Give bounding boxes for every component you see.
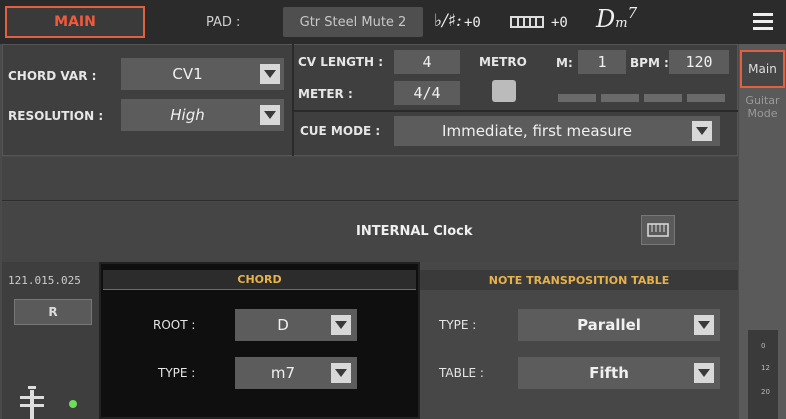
chord-type-select[interactable]: m7 [235, 357, 357, 389]
chevron-down-icon [260, 64, 280, 84]
chevron-down-icon [331, 315, 351, 335]
cue-mode-select[interactable]: Immediate, first measure [394, 116, 720, 146]
scale-label: 12 [761, 364, 770, 372]
chord-display-extension: 7 [627, 4, 638, 22]
divider [292, 44, 294, 156]
record-button[interactable]: R [14, 299, 92, 325]
beat-indicator [687, 94, 725, 102]
root-value: D [277, 316, 289, 334]
root-select[interactable]: D [235, 309, 357, 341]
clock-settings-icon[interactable] [641, 215, 675, 245]
side-tab-guitar-mode[interactable]: Guitar Mode [740, 94, 785, 130]
side-tab-guitar-line1: Guitar [745, 94, 780, 107]
root-label: ROOT : [153, 318, 196, 332]
keyboard-transpose-value[interactable]: +0 [551, 15, 568, 31]
chevron-down-icon [694, 363, 714, 383]
cue-mode-value: Immediate, first measure [442, 122, 632, 140]
chevron-down-icon [692, 121, 712, 141]
chord-display: Dm7 [596, 4, 637, 33]
ntt-table-label: TABLE : [439, 366, 484, 380]
chord-var-select[interactable]: CV1 [121, 58, 284, 90]
main-tab[interactable]: MAIN [5, 6, 145, 38]
clock-source-label: INTERNAL Clock [356, 224, 473, 239]
chord-panel-title: CHORD [103, 270, 416, 290]
chord-display-suffix: m [615, 16, 628, 31]
chord-var-label: CHORD VAR : [8, 69, 97, 83]
chevron-down-icon [331, 363, 351, 383]
resolution-select[interactable]: High [121, 99, 284, 131]
chord-type-label: TYPE : [158, 366, 196, 380]
side-tab-guitar-line2: Mode [747, 107, 778, 120]
side-tab-main[interactable]: Main [740, 50, 785, 88]
ntt-type-select[interactable]: Parallel [518, 309, 720, 341]
song-position: 121.015.025 [8, 274, 81, 287]
meter-label: METER : [298, 87, 353, 101]
empty-panel [2, 157, 738, 201]
beat-indicator [644, 94, 682, 102]
ntt-table-value: Fifth [589, 364, 629, 382]
keyboard-icon [510, 16, 544, 28]
chord-var-value: CV1 [172, 65, 203, 83]
beat-indicator [558, 94, 596, 102]
ntt-type-label: TYPE : [439, 318, 477, 332]
accidental-value[interactable]: +0 [464, 15, 481, 31]
cv-length-value[interactable]: 4 [394, 50, 460, 74]
pad-label: PAD : [206, 15, 241, 30]
cue-mode-label: CUE MODE : [300, 124, 381, 138]
scale-label: 20 [761, 388, 770, 396]
metro-toggle[interactable] [492, 80, 516, 102]
meter-value[interactable]: 4/4 [394, 81, 460, 105]
metro-label: METRO [479, 55, 527, 69]
status-led [69, 400, 77, 408]
ntt-type-value: Parallel [577, 316, 641, 334]
note-transposition-title: NOTE TRANSPOSITION TABLE [420, 270, 738, 290]
divider [294, 110, 738, 112]
chevron-down-icon [260, 105, 280, 125]
scale-label: 0 [761, 342, 766, 350]
accidental-label: ♭/♯: [434, 11, 462, 31]
chord-type-value: m7 [270, 364, 296, 382]
chord-display-root: D [596, 5, 616, 33]
bpm-label: BPM : [630, 56, 669, 70]
measure-label: M: [556, 56, 573, 70]
ntt-table-select[interactable]: Fifth [518, 357, 720, 389]
cv-length-label: CV LENGTH : [298, 55, 384, 69]
bpm-value[interactable]: 120 [669, 50, 729, 74]
pad-selector[interactable]: Gtr Steel Mute 2 [283, 7, 423, 37]
fader-icon[interactable] [20, 380, 44, 419]
chevron-down-icon [694, 315, 714, 335]
menu-icon[interactable] [753, 13, 773, 31]
measure-value[interactable]: 1 [578, 50, 626, 74]
resolution-value: High [170, 106, 205, 124]
beat-indicator [601, 94, 639, 102]
level-scale: 0 12 20 [748, 330, 778, 419]
resolution-label: RESOLUTION : [8, 109, 104, 123]
